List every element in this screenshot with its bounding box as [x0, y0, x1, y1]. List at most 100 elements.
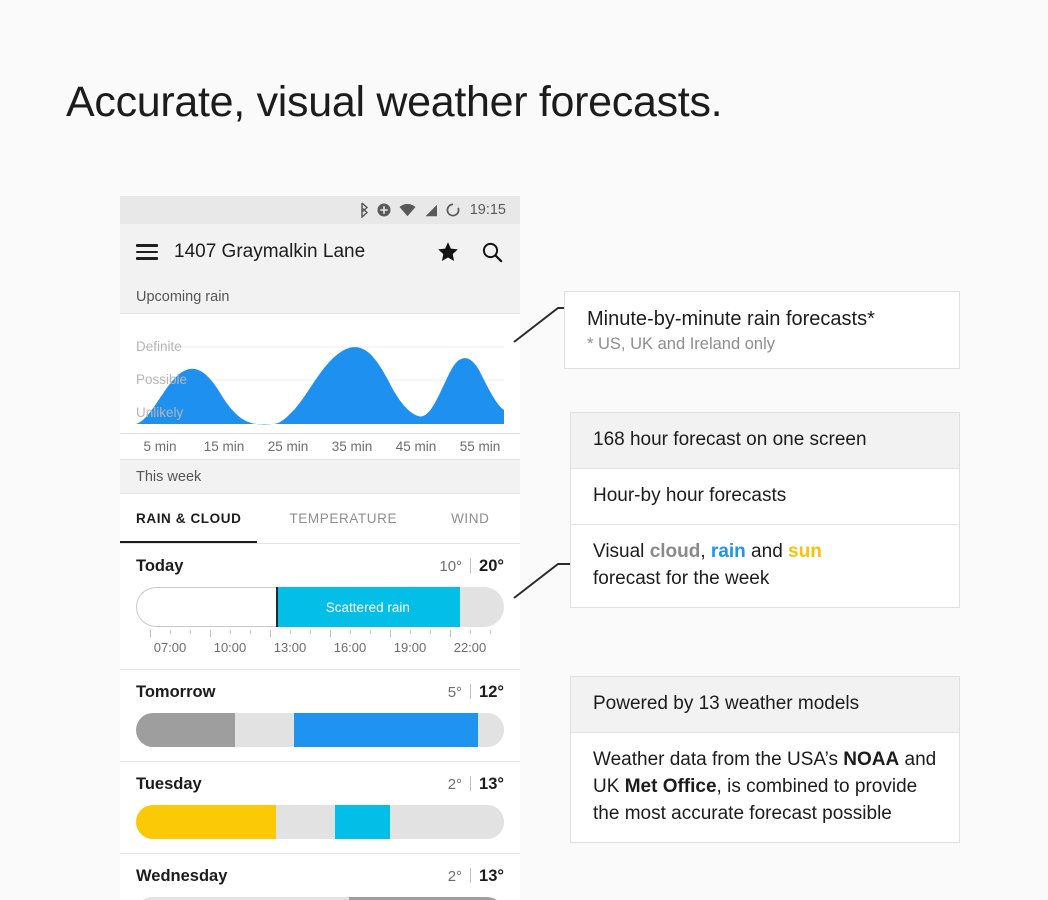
signal-icon — [425, 204, 437, 216]
temp-low: 5° — [447, 684, 463, 701]
plus-circle-icon — [377, 203, 391, 217]
today-condition-bar[interactable]: Scattered rain — [136, 587, 504, 627]
bar-segment-empty — [275, 805, 335, 839]
callout-hourly-text: Hour-by hour forecasts — [593, 484, 787, 506]
day-header: Today 10° 20° — [136, 556, 504, 576]
temp-separator — [470, 684, 472, 699]
rain-xtick: 15 min — [203, 439, 245, 454]
condition-bar[interactable] — [136, 713, 504, 747]
visual-comma: , — [700, 540, 711, 562]
tab-wind[interactable]: WIND — [451, 494, 489, 543]
callout-models-title: Powered by 13 weather models — [593, 693, 860, 714]
temp-separator — [470, 776, 472, 791]
hour-label: 22:00 — [453, 640, 487, 655]
day-header: Wednesday 2° 13° — [136, 866, 504, 886]
search-icon[interactable] — [480, 240, 504, 264]
day-row-tomorrow[interactable]: Tomorrow 5° 12° — [120, 670, 520, 762]
page-title: Accurate, visual weather forecasts. — [66, 78, 723, 126]
forecast-tabs: RAIN & CLOUD TEMPERATURE WIND — [120, 494, 520, 544]
hour-ticks — [136, 630, 504, 639]
temp-separator — [470, 868, 472, 883]
battery-ring-icon — [446, 203, 460, 217]
callout-row-models-title: Powered by 13 weather models — [571, 677, 959, 732]
hour-labels: 07:00 10:00 13:00 16:00 19:00 22:00 — [136, 640, 504, 655]
callout-168-hour-text: 168 hour forecast on one screen — [593, 429, 867, 450]
hour-label: 13:00 — [273, 640, 307, 655]
temp-high: 12° — [479, 683, 504, 701]
page-root: Accurate, visual weather forecasts. 19:1… — [0, 0, 1048, 900]
day-header: Tuesday 2° 13° — [136, 774, 504, 794]
temp-low: 10° — [439, 558, 463, 575]
word-cloud: cloud — [649, 540, 701, 562]
hour-label: 16:00 — [333, 640, 367, 655]
rain-chart-x-axis: 5 min 15 min 25 min 35 min 45 min 55 min — [120, 434, 520, 460]
visual-and: and — [745, 540, 789, 562]
rain-ylabel-definite: Definite — [136, 339, 182, 354]
bar-segment-empty — [235, 713, 295, 747]
callout-row-hourly: Hour-by hour forecasts — [571, 467, 959, 524]
callout-row-models-body: Weather data from the USA’s NOAA and UK … — [571, 731, 959, 842]
word-rain: rain — [710, 540, 746, 562]
rain-xtick: 35 min — [331, 439, 373, 454]
callout-week-forecast: 168 hour forecast on one screen Hour-by … — [570, 412, 960, 608]
rain-area-fill — [136, 347, 504, 425]
bar-segment-empty — [478, 713, 504, 747]
hamburger-menu-icon[interactable] — [136, 240, 158, 264]
hour-label: 10:00 — [213, 640, 247, 655]
phone-mockup: 19:15 1407 Graymalkin Lane Upcoming rain — [120, 196, 520, 900]
rain-ylabel-possible: Possible — [136, 372, 188, 387]
hour-label: 07:00 — [153, 640, 187, 655]
bar-segment-label: Scattered rain — [325, 599, 410, 615]
condition-bar[interactable] — [136, 805, 504, 839]
day-row-tuesday[interactable]: Tuesday 2° 13° — [120, 762, 520, 854]
bar-segment-clear — [136, 587, 276, 627]
hour-label: 19:00 — [393, 640, 427, 655]
callout-rain-forecast: Minute-by-minute rain forecasts* * US, U… — [564, 291, 960, 369]
bluetooth-icon — [360, 202, 368, 218]
rain-xtick: 25 min — [267, 439, 309, 454]
day-header: Tomorrow 5° 12° — [136, 682, 504, 702]
models-metoffice: Met Office — [624, 775, 717, 797]
temp-high: 13° — [479, 867, 504, 885]
visual-suffix: forecast for the week — [593, 567, 770, 589]
callout-subtitle: * US, UK and Ireland only — [587, 335, 776, 353]
temp-high: 13° — [479, 775, 504, 793]
models-noaa: NOAA — [843, 748, 900, 770]
status-bar: 19:15 — [120, 196, 520, 224]
bar-segment-cloud — [136, 713, 236, 747]
day-name: Today — [136, 557, 184, 575]
tab-rain-and-cloud[interactable]: RAIN & CLOUD — [120, 494, 258, 543]
day-name: Tuesday — [136, 775, 202, 793]
rain-xtick: 5 min — [143, 439, 177, 454]
bar-segment-sun — [136, 805, 276, 839]
callout-title: Minute-by-minute rain forecasts* — [587, 308, 875, 330]
word-sun: sun — [788, 540, 822, 562]
day-row-today[interactable]: Today 10° 20° Scattered rain 07:00 10:00… — [120, 544, 520, 670]
callout-row-168-hour: 168 hour forecast on one screen — [571, 413, 959, 468]
status-bar-clock: 19:15 — [469, 202, 506, 218]
upcoming-rain-chart: Definite Possible Unlikely — [120, 314, 520, 434]
day-row-wednesday[interactable]: Wednesday 2° 13° — [120, 854, 520, 900]
app-bar: 1407 Graymalkin Lane — [120, 224, 520, 280]
day-name: Tomorrow — [136, 683, 216, 701]
tab-temperature[interactable]: TEMPERATURE — [289, 494, 397, 543]
rain-xtick: 45 min — [395, 439, 437, 454]
bar-segment-rain — [334, 805, 390, 839]
visual-prefix: Visual — [593, 540, 650, 562]
temp-low: 2° — [447, 776, 463, 793]
upcoming-rain-header: Upcoming rain — [120, 280, 520, 314]
wifi-icon — [399, 203, 416, 216]
rain-ylabel-unlikely: Unlikely — [136, 405, 184, 420]
callout-row-visual: Visual cloud, rain and sun forecast for t… — [571, 523, 959, 607]
callout-visual-text: Visual cloud, rain and sun forecast for t… — [593, 539, 937, 593]
callout-models-body: Weather data from the USA’s NOAA and UK … — [593, 747, 937, 828]
temp-high: 20° — [479, 557, 504, 575]
this-week-header: This week — [120, 460, 520, 494]
callout-row: Minute-by-minute rain forecasts* * US, U… — [565, 292, 959, 368]
bar-segment-empty — [389, 805, 504, 839]
callout-weather-models: Powered by 13 weather models Weather dat… — [570, 676, 960, 843]
rain-xtick: 55 min — [459, 439, 501, 454]
temp-low: 2° — [447, 868, 463, 885]
bar-segment-rain — [294, 713, 479, 747]
star-icon[interactable] — [436, 240, 460, 264]
